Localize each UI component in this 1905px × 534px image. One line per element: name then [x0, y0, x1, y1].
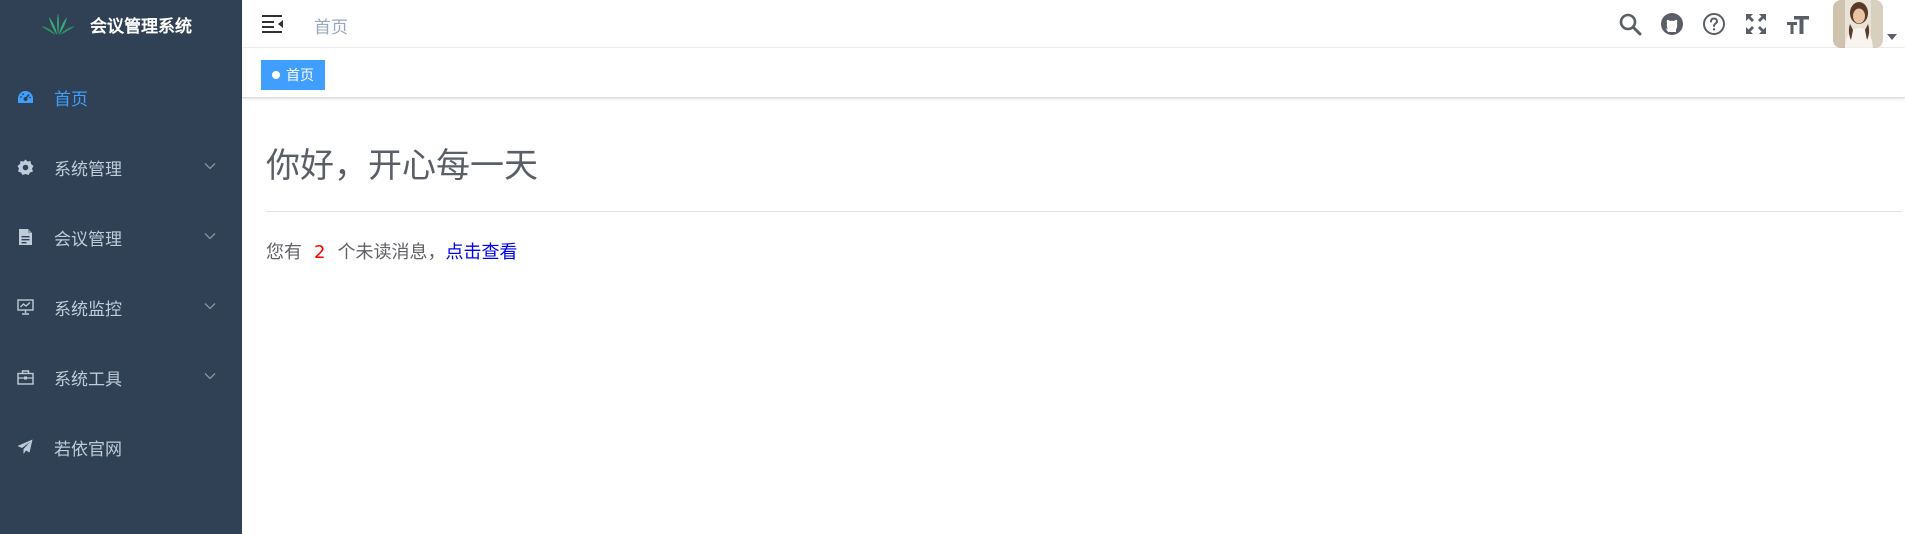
avatar[interactable]	[1833, 0, 1883, 48]
tags-view: 首页	[242, 48, 1905, 98]
navbar-right-menu	[1609, 0, 1905, 48]
font-size-icon[interactable]	[1785, 11, 1811, 37]
tag-label: 首页	[286, 68, 314, 84]
breadcrumb[interactable]: 首页	[314, 13, 348, 38]
sidebar-item-label: 首页	[54, 89, 88, 110]
sidebar-item-website[interactable]: 若依官网	[0, 412, 242, 482]
sidebar-item-label: 系统管理	[54, 159, 122, 180]
unread-message-line: 您有 2 个未读消息，点击查看	[266, 238, 517, 264]
chevron-down-icon	[204, 233, 216, 240]
logo[interactable]: 会议管理系统	[0, 0, 242, 48]
dashboard-icon	[16, 88, 34, 106]
fullscreen-icon[interactable]	[1743, 11, 1769, 37]
sidebar-item-system[interactable]: 系统管理	[0, 132, 242, 202]
tag-home[interactable]: 首页	[261, 60, 325, 90]
github-icon[interactable]	[1659, 11, 1685, 37]
message-middle: 个未读消息，	[337, 242, 446, 263]
navbar: 首页	[242, 0, 1905, 48]
unread-count: 2	[314, 242, 326, 263]
greeting-heading: 你好，开心每一天	[266, 146, 538, 186]
user-avatar-dropdown[interactable]	[1833, 0, 1897, 48]
sidebar-item-label: 会议管理	[54, 229, 122, 250]
sidebar-item-label: 系统监控	[54, 299, 122, 320]
sidebar-menu: 首页 系统管理 会议管理 系统监控 系统工具 若依官网	[0, 62, 242, 482]
divider	[266, 211, 1902, 212]
sidebar-item-monitor[interactable]: 系统监控	[0, 272, 242, 342]
document-icon	[16, 228, 34, 246]
view-messages-link[interactable]: 点击查看	[445, 242, 517, 263]
help-icon[interactable]	[1701, 11, 1727, 37]
logo-icon	[41, 13, 75, 35]
sidebar-item-tools[interactable]: 系统工具	[0, 342, 242, 412]
active-dot	[272, 71, 280, 79]
sidebar-item-home[interactable]: 首页	[0, 62, 242, 132]
chevron-down-icon	[204, 303, 216, 310]
chevron-down-icon	[204, 373, 216, 380]
caret-down-icon[interactable]	[1887, 34, 1897, 40]
toolbox-icon	[16, 368, 34, 386]
monitor-icon	[16, 298, 34, 316]
hamburger-icon[interactable]	[262, 14, 284, 34]
paper-plane-icon	[16, 438, 34, 456]
sidebar-item-label: 系统工具	[54, 369, 122, 390]
app-title: 会议管理系统	[90, 16, 192, 37]
main-content: 你好，开心每一天 您有 2 个未读消息，点击查看	[242, 98, 1905, 534]
sidebar-item-meeting[interactable]: 会议管理	[0, 202, 242, 272]
settings-icon	[16, 158, 34, 176]
chevron-down-icon	[204, 163, 216, 170]
message-prefix: 您有	[266, 242, 302, 263]
search-icon[interactable]	[1617, 11, 1643, 37]
sidebar: 会议管理系统 首页 系统管理 会议管理 系统监控 系统工具 若依官网	[0, 0, 242, 534]
sidebar-item-label: 若依官网	[54, 439, 122, 460]
